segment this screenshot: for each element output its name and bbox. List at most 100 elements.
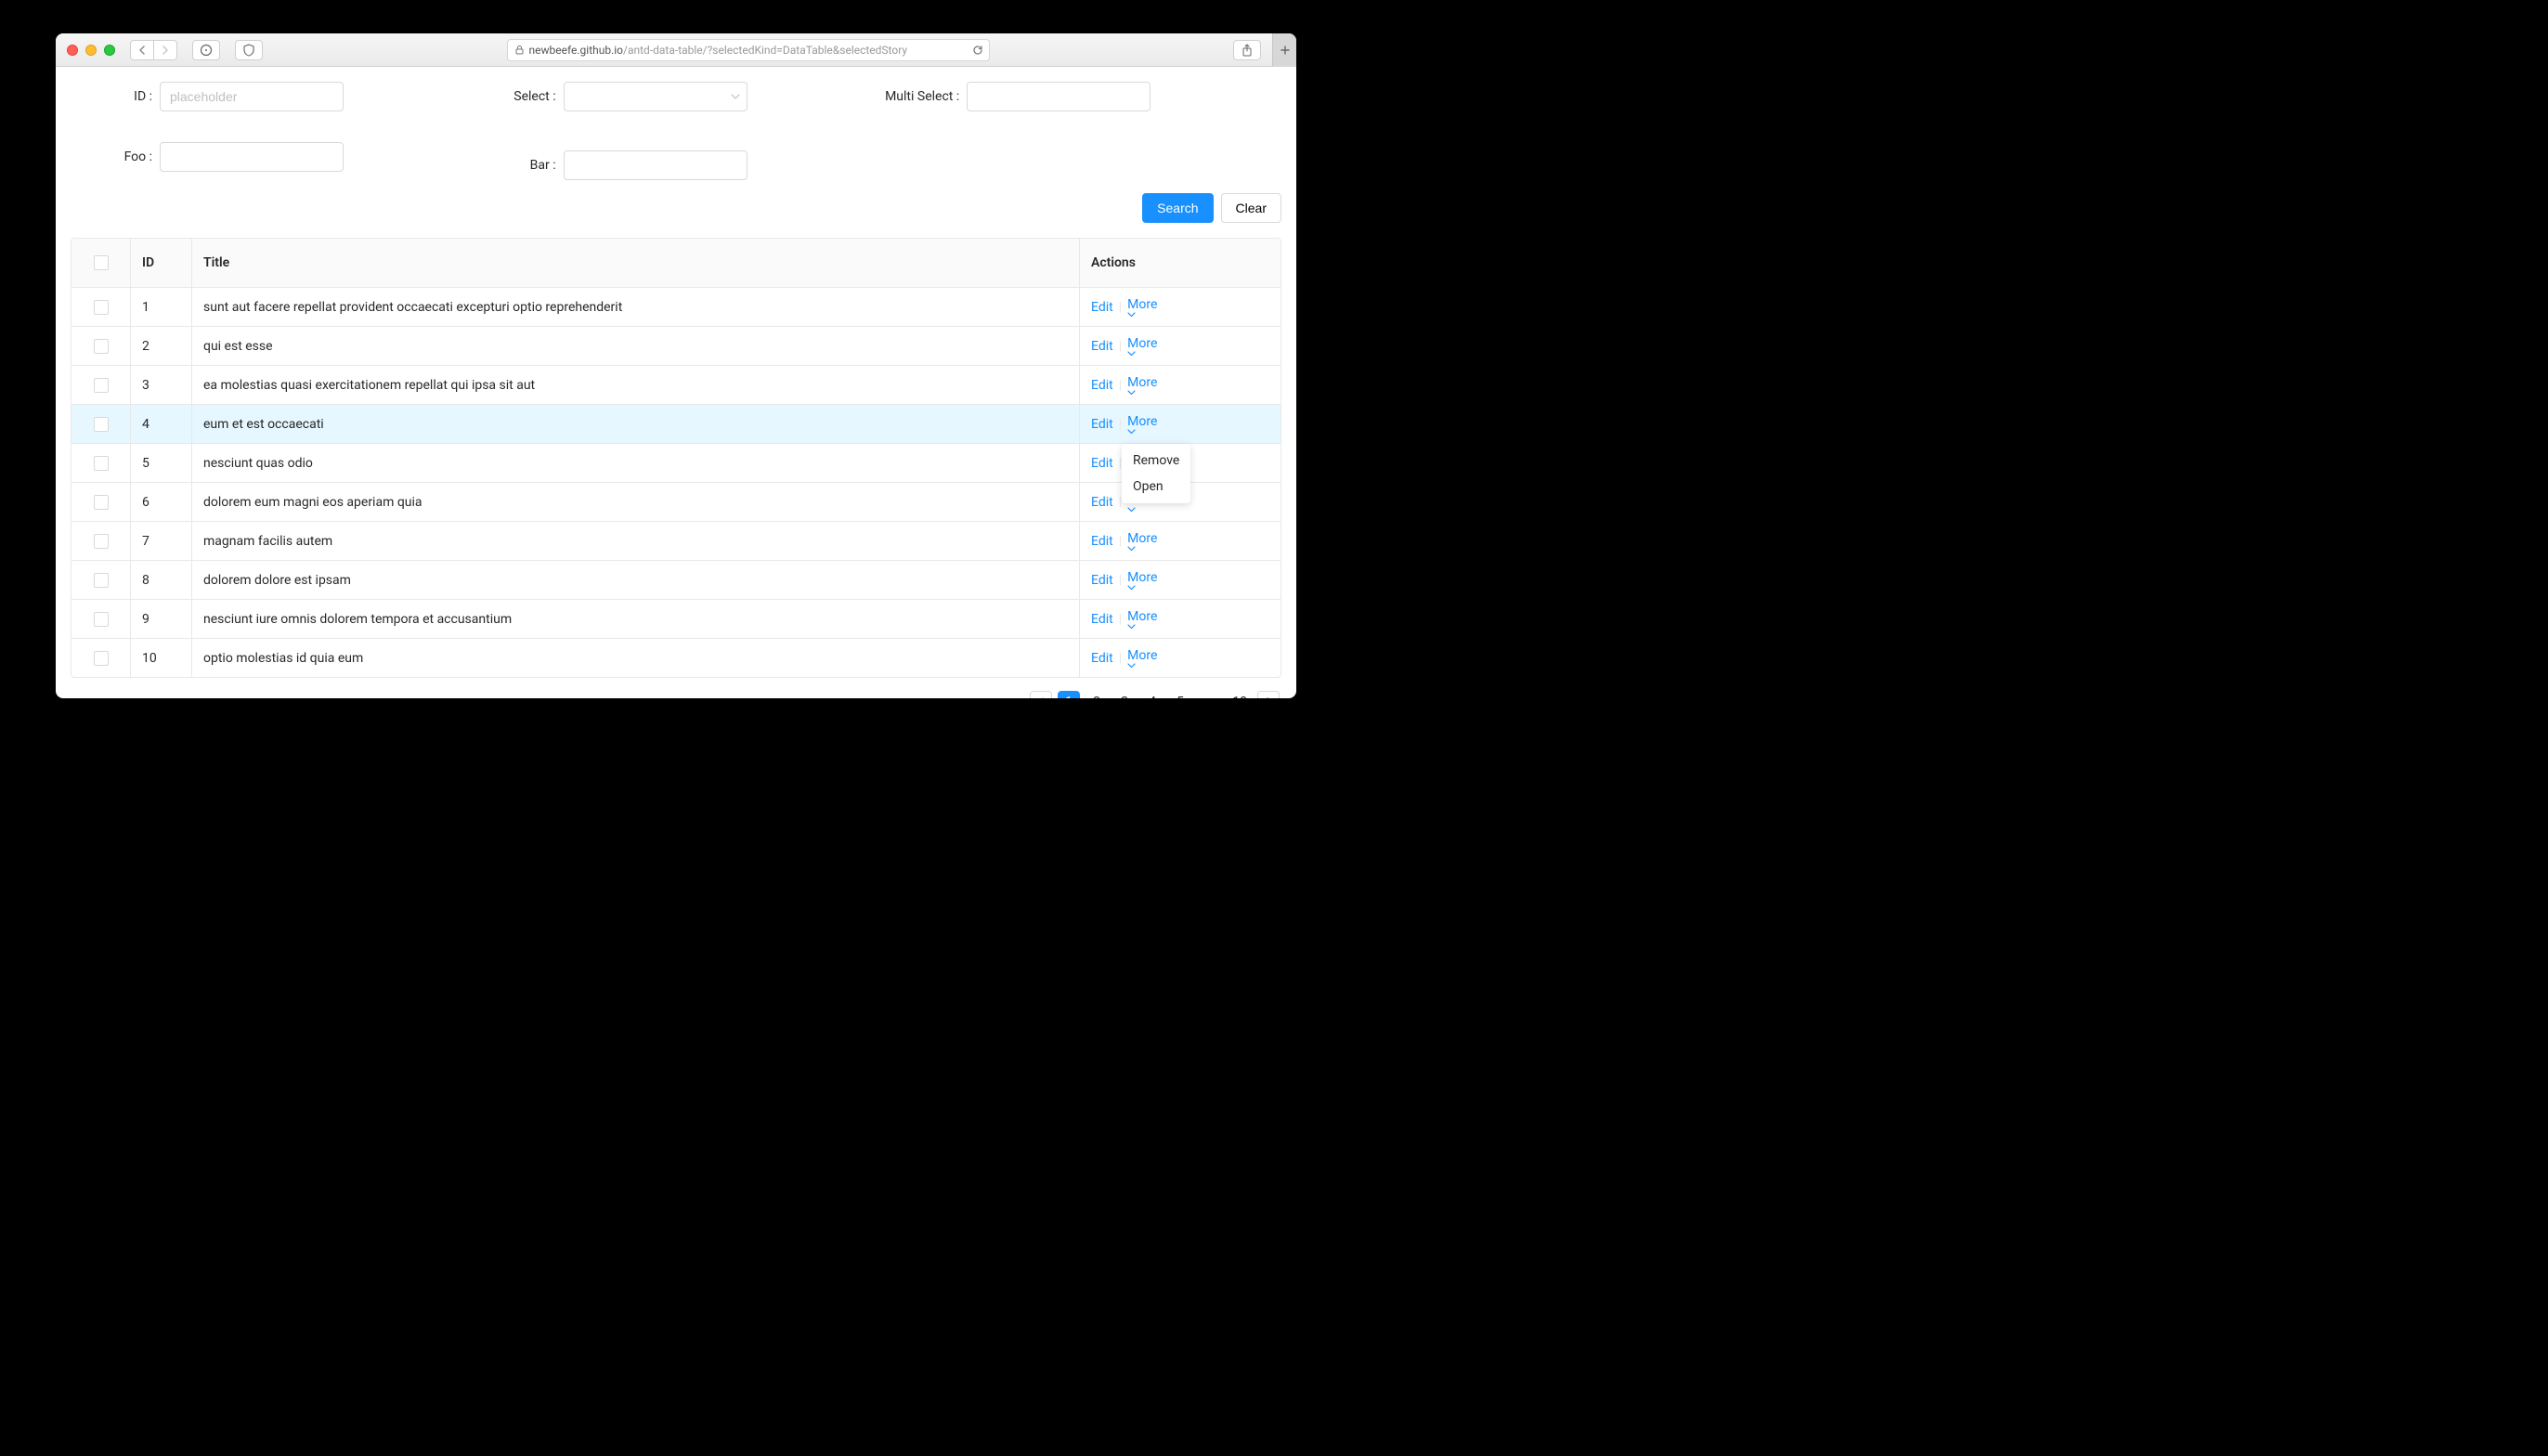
- chevron-down-icon: [1127, 585, 1161, 591]
- dropdown-item[interactable]: Remove: [1122, 448, 1190, 474]
- reload-icon[interactable]: [972, 45, 983, 56]
- form-buttons: Search Clear: [71, 193, 1281, 223]
- more-link[interactable]: More: [1127, 414, 1161, 435]
- cell-title: dolorem dolore est ipsam: [192, 561, 1080, 599]
- row-checkbox[interactable]: [94, 378, 109, 393]
- dropdown-item[interactable]: Open: [1122, 474, 1190, 500]
- data-table: ID Title Actions 1sunt aut facere repell…: [71, 238, 1281, 678]
- cell-id: 4: [131, 405, 192, 443]
- more-link[interactable]: More: [1127, 609, 1161, 630]
- bar-input[interactable]: [564, 150, 748, 180]
- clear-button[interactable]: Clear: [1221, 193, 1281, 223]
- edit-link[interactable]: Edit: [1091, 573, 1113, 588]
- traffic-lights: [67, 45, 115, 56]
- reader-button[interactable]: [192, 40, 220, 60]
- edit-link[interactable]: Edit: [1091, 612, 1113, 627]
- chevron-down-icon: [1127, 351, 1161, 357]
- edit-link[interactable]: Edit: [1091, 456, 1113, 471]
- divider: |: [1119, 300, 1122, 315]
- pagination-page[interactable]: 4: [1141, 691, 1164, 698]
- row-checkbox[interactable]: [94, 300, 109, 315]
- search-button[interactable]: Search: [1142, 193, 1213, 223]
- table-row: 9nesciunt iure omnis dolorem tempora et …: [72, 600, 1280, 639]
- pagination-page[interactable]: 3: [1113, 691, 1136, 698]
- share-button[interactable]: [1233, 40, 1261, 60]
- minimize-window-button[interactable]: [85, 45, 97, 56]
- cell-actions: Edit | More: [1080, 288, 1280, 326]
- more-link[interactable]: More: [1127, 570, 1161, 591]
- pagination-ellipsis[interactable]: •••: [1197, 691, 1222, 698]
- select-all-checkbox[interactable]: [94, 255, 109, 270]
- edit-link[interactable]: Edit: [1091, 339, 1113, 354]
- more-link[interactable]: More: [1127, 375, 1161, 396]
- chevron-down-icon: [1127, 312, 1161, 318]
- id-input[interactable]: [160, 82, 344, 111]
- more-dropdown: RemoveOpen: [1122, 444, 1190, 503]
- row-checkbox[interactable]: [94, 495, 109, 510]
- cell-title: nesciunt quas odio: [192, 444, 1080, 482]
- divider: |: [1119, 612, 1122, 627]
- pagination-prev[interactable]: [1030, 691, 1052, 698]
- pagination-next[interactable]: [1257, 691, 1280, 698]
- cell-actions: Edit|More: [1080, 561, 1280, 599]
- cell-actions: Edit | More: [1080, 366, 1280, 404]
- pagination-page[interactable]: 2: [1086, 691, 1108, 698]
- edit-link[interactable]: Edit: [1091, 495, 1113, 510]
- select-input[interactable]: [564, 82, 748, 111]
- table-row: 5nesciunt quas odioEdit|More: [72, 444, 1280, 483]
- cell-id: 10: [131, 639, 192, 677]
- search-form: ID : Select : Multi Select : Foo :: [71, 82, 1281, 180]
- more-link[interactable]: More: [1127, 297, 1161, 318]
- cell-title: optio molestias id quia eum: [192, 639, 1080, 677]
- pagination-page[interactable]: 1: [1058, 691, 1080, 698]
- cell-actions: Edit|More: [1080, 522, 1280, 560]
- cell-actions: Edit|More: [1080, 639, 1280, 677]
- table-row: 4eum et est occaecatiEdit|More: [72, 405, 1280, 444]
- pagination-last[interactable]: 10: [1228, 691, 1252, 698]
- cell-id: 9: [131, 600, 192, 638]
- titlebar: newbeefe.github.io/antd-data-table/?sele…: [56, 33, 1296, 67]
- foo-input[interactable]: [160, 142, 344, 172]
- pagination-page[interactable]: 5: [1169, 691, 1191, 698]
- multi-select-input[interactable]: [967, 82, 1150, 111]
- back-button[interactable]: [130, 40, 154, 60]
- row-checkbox[interactable]: [94, 612, 109, 627]
- row-checkbox[interactable]: [94, 417, 109, 432]
- url-text: newbeefe.github.io/antd-data-table/?sele…: [529, 44, 908, 57]
- forward-button[interactable]: [153, 40, 177, 60]
- header-id: ID: [131, 239, 192, 287]
- select-label: Select :: [474, 89, 564, 104]
- foo-label: Foo :: [71, 150, 160, 164]
- header-title: Title: [192, 239, 1080, 287]
- chevron-down-icon: [1127, 663, 1161, 669]
- chevron-down-icon: [1127, 624, 1161, 630]
- edit-link[interactable]: Edit: [1091, 651, 1113, 666]
- divider: |: [1119, 378, 1122, 393]
- more-link[interactable]: More: [1127, 531, 1161, 552]
- edit-link[interactable]: Edit: [1091, 534, 1113, 549]
- cell-actions: Edit | More: [1080, 600, 1280, 638]
- cell-title: nesciunt iure omnis dolorem tempora et a…: [192, 600, 1080, 638]
- edit-link[interactable]: Edit: [1091, 417, 1113, 432]
- row-checkbox[interactable]: [94, 456, 109, 471]
- browser-window: newbeefe.github.io/antd-data-table/?sele…: [56, 33, 1296, 698]
- row-checkbox[interactable]: [94, 534, 109, 549]
- id-label: ID :: [71, 89, 160, 104]
- shield-button[interactable]: [235, 40, 263, 60]
- header-actions: Actions: [1080, 239, 1280, 287]
- edit-link[interactable]: Edit: [1091, 300, 1113, 315]
- more-link[interactable]: More: [1127, 336, 1161, 357]
- nav-buttons: [130, 40, 177, 60]
- divider: |: [1119, 339, 1122, 354]
- chevron-down-icon: [1127, 507, 1161, 513]
- more-link[interactable]: More: [1127, 648, 1161, 669]
- address-bar[interactable]: newbeefe.github.io/antd-data-table/?sele…: [507, 39, 990, 61]
- row-checkbox[interactable]: [94, 573, 109, 588]
- row-checkbox[interactable]: [94, 651, 109, 666]
- maximize-window-button[interactable]: [104, 45, 115, 56]
- row-checkbox[interactable]: [94, 339, 109, 354]
- edit-link[interactable]: Edit: [1091, 378, 1113, 393]
- close-window-button[interactable]: [67, 45, 78, 56]
- new-tab-button[interactable]: [1272, 33, 1296, 67]
- table-row: 10optio molestias id quia eumEdit|More: [72, 639, 1280, 677]
